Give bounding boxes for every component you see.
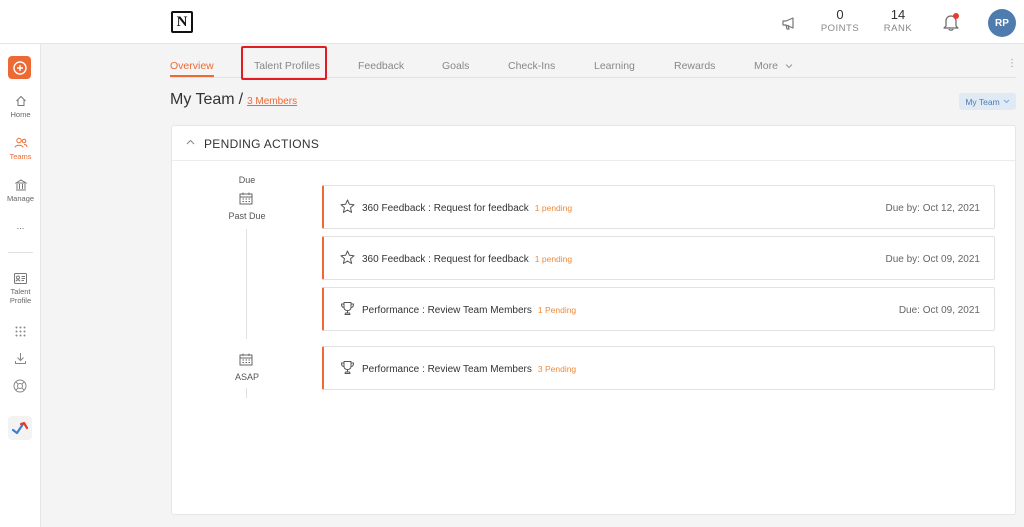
pending-count: 3 Pending xyxy=(537,364,577,374)
pending-count: 1 Pending xyxy=(537,305,577,315)
tab-goals[interactable]: Goals xyxy=(442,60,469,72)
left-sidebar: Home Teams Manage ... Talent Profile xyxy=(0,44,41,527)
talent-profile-icon xyxy=(14,273,27,284)
timeline-line xyxy=(246,388,247,398)
team-select-dropdown[interactable]: My Team xyxy=(959,93,1016,110)
kebab-menu-icon[interactable]: ⋮ xyxy=(1007,58,1017,69)
sidebar-item-home[interactable]: Home xyxy=(0,95,41,119)
tab-highlight-box xyxy=(241,46,327,80)
more-dots-icon: ... xyxy=(16,221,25,231)
teams-icon xyxy=(14,137,27,148)
due-date: Due by: Oct 12, 2021 xyxy=(885,203,980,214)
action-title: 360 Feedback : Request for feedback 1 pen… xyxy=(362,254,572,265)
tab-more-label: More xyxy=(754,60,778,72)
manage-icon xyxy=(14,179,27,191)
pending-actions-card: PENDING ACTIONS Due Past Due ASAP 360 Fe… xyxy=(171,125,1016,515)
action-title-text: Performance : Review Team Members xyxy=(362,305,532,316)
rank-stat[interactable]: 14 RANK xyxy=(880,8,916,36)
members-link[interactable]: 3 Members xyxy=(247,96,297,107)
sidebar-item-teams[interactable]: Teams xyxy=(0,137,41,161)
rank-label: RANK xyxy=(883,23,913,34)
calendar-icon xyxy=(239,353,253,366)
calendar-icon xyxy=(239,192,253,205)
page-title-text: My Team xyxy=(170,91,235,108)
active-tab-indicator xyxy=(170,75,214,77)
trophy-icon xyxy=(341,361,354,374)
points-value: 0 xyxy=(836,7,844,22)
action-title: Performance : Review Team Members 3 Pendi… xyxy=(362,364,576,375)
pending-count: 1 pending xyxy=(534,254,573,264)
sidebar-item-more[interactable]: ... xyxy=(0,222,41,231)
points-stat[interactable]: 0 POINTS xyxy=(820,8,860,36)
due-date: Due: Oct 09, 2021 xyxy=(898,305,980,316)
action-item[interactable]: Performance : Review Team Members 3 Pendi… xyxy=(322,346,995,390)
pending-actions-title: PENDING ACTIONS xyxy=(204,137,320,151)
apps-grid-icon[interactable] xyxy=(15,326,26,337)
tab-check-ins[interactable]: Check-Ins xyxy=(508,60,555,72)
tab-more[interactable]: More xyxy=(754,60,793,72)
tab-learning[interactable]: Learning xyxy=(594,60,635,72)
chevron-up-icon[interactable] xyxy=(186,139,195,145)
due-date: Due by: Oct 09, 2021 xyxy=(885,254,980,265)
top-bar: N 0 POINTS 14 RANK RP xyxy=(0,0,1024,44)
download-icon[interactable] xyxy=(14,352,27,365)
action-title: 360 Feedback : Request for feedback 1 pen… xyxy=(362,203,572,214)
team-select-value: My Team xyxy=(965,96,1000,107)
support-icon[interactable] xyxy=(13,379,27,393)
megaphone-icon[interactable] xyxy=(780,14,798,32)
action-item[interactable]: 360 Feedback : Request for feedback 1 pen… xyxy=(322,236,995,280)
star-icon xyxy=(340,199,355,213)
action-title-text: Performance : Review Team Members xyxy=(362,364,532,375)
brand-mark[interactable] xyxy=(8,416,32,440)
page-title: My Team/3 Members xyxy=(170,91,297,109)
plus-circle-icon xyxy=(12,60,27,75)
home-icon xyxy=(15,95,26,106)
action-title-text: 360 Feedback : Request for feedback xyxy=(362,203,529,214)
user-avatar[interactable]: RP xyxy=(988,9,1016,37)
tab-overview[interactable]: Overview xyxy=(170,60,214,72)
action-title-text: 360 Feedback : Request for feedback xyxy=(362,254,529,265)
sidebar-item-label: Home xyxy=(10,110,31,119)
sidebar-divider xyxy=(8,252,33,253)
points-label: POINTS xyxy=(820,23,860,34)
asap-label: ASAP xyxy=(234,372,259,382)
bell-icon[interactable] xyxy=(941,12,961,32)
tab-feedback[interactable]: Feedback xyxy=(358,60,404,72)
add-button[interactable] xyxy=(8,56,31,79)
sidebar-item-label: Manage xyxy=(6,194,35,203)
timeline-line xyxy=(246,229,247,339)
tab-rewards[interactable]: Rewards xyxy=(674,60,715,72)
sidebar-item-label: Talent Profile xyxy=(9,287,32,305)
brand-logo-icon xyxy=(11,421,29,435)
past-due-label: Past Due xyxy=(228,211,266,221)
app-logo[interactable]: N xyxy=(171,11,193,33)
chevron-down-icon xyxy=(1003,99,1009,104)
pending-count: 1 pending xyxy=(534,203,573,213)
action-item[interactable]: 360 Feedback : Request for feedback 1 pen… xyxy=(322,185,995,229)
action-item[interactable]: Performance : Review Team Members 1 Pendi… xyxy=(322,287,995,331)
rank-value: 14 xyxy=(890,7,906,22)
chevron-down-icon xyxy=(785,64,793,69)
sidebar-item-talent-profile[interactable]: Talent Profile xyxy=(0,273,41,305)
sidebar-item-label: Teams xyxy=(9,152,32,161)
action-title: Performance : Review Team Members 1 Pendi… xyxy=(362,305,576,316)
title-separator: / xyxy=(238,91,244,108)
star-icon xyxy=(340,250,355,264)
trophy-icon xyxy=(341,302,354,315)
due-label: Due xyxy=(238,175,256,185)
sidebar-item-manage[interactable]: Manage xyxy=(0,179,41,203)
pending-actions-header[interactable]: PENDING ACTIONS xyxy=(172,126,1015,161)
